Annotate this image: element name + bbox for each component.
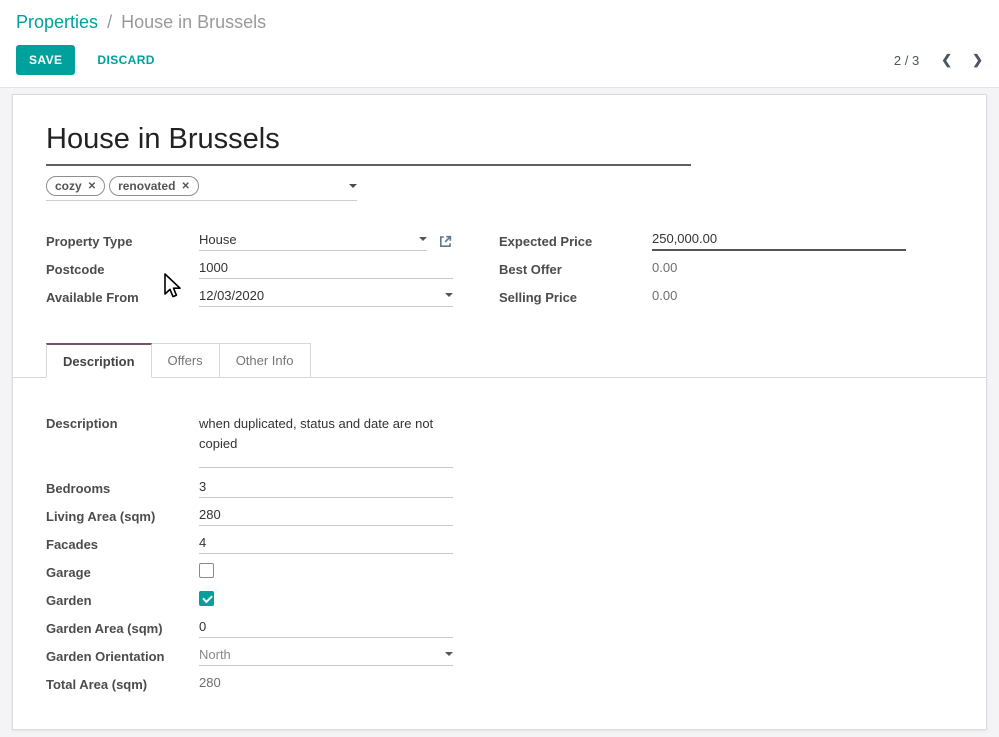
field-row-total-area: Total Area (sqm) 280 <box>46 670 453 698</box>
pager-next-icon[interactable]: ❯ <box>972 52 983 68</box>
field-row-available-from: Available From 12/03/2020 <box>46 283 453 311</box>
garage-widget <box>199 562 453 582</box>
breadcrumb: Properties / House in Brussels <box>16 11 983 33</box>
breadcrumb-parent-link[interactable]: Properties <box>16 12 98 32</box>
pager-value: 2 / 3 <box>894 53 919 68</box>
garden-area-input[interactable]: 0 <box>199 618 453 638</box>
field-row-property-type: Property Type House <box>46 227 453 255</box>
field-row-garden-area: Garden Area (sqm) 0 <box>46 614 453 642</box>
tab-other-info[interactable]: Other Info <box>220 343 311 378</box>
facades-value[interactable]: 4 <box>199 535 206 550</box>
available-from-datepicker[interactable]: 12/03/2020 <box>199 287 453 307</box>
field-row-selling-price: Selling Price 0.00 <box>499 283 906 311</box>
living-area-value[interactable]: 280 <box>199 507 221 522</box>
breadcrumb-current: House in Brussels <box>121 12 266 32</box>
pager-previous-icon[interactable]: ❮ <box>941 52 952 68</box>
field-column-right: Expected Price 250,000.00 Best Offer 0.0… <box>499 227 906 311</box>
available-from-value[interactable]: 12/03/2020 <box>199 288 264 303</box>
total-area-readonly: 280 <box>199 674 453 694</box>
field-label: Living Area (sqm) <box>46 509 199 524</box>
form-sheet: House in Brussels cozy ✕ renovated ✕ Pro… <box>12 94 987 730</box>
tag-label: renovated <box>118 179 175 193</box>
field-label: Garden <box>46 593 199 608</box>
expected-price-input[interactable]: 250,000.00 <box>652 231 906 251</box>
description-fields: Description when duplicated, status and … <box>46 414 453 698</box>
field-label: Description <box>46 414 199 431</box>
field-row-description: Description when duplicated, status and … <box>46 414 453 468</box>
tag-cozy: cozy ✕ <box>46 176 105 196</box>
bedrooms-value[interactable]: 3 <box>199 479 206 494</box>
field-label: Bedrooms <box>46 481 199 496</box>
description-textarea[interactable]: when duplicated, status and date are not… <box>199 414 453 468</box>
field-row-facades: Facades 4 <box>46 530 453 558</box>
tag-label: cozy <box>55 179 82 193</box>
field-label: Garden Orientation <box>46 649 199 664</box>
chevron-down-icon[interactable] <box>445 652 453 656</box>
selling-price-value: 0.00 <box>652 288 677 303</box>
external-link-icon[interactable] <box>438 234 453 249</box>
field-grid: Property Type House <box>46 227 953 311</box>
field-label: Selling Price <box>499 290 652 305</box>
tags-input[interactable]: cozy ✕ renovated ✕ <box>46 176 357 201</box>
garage-checkbox[interactable] <box>199 563 214 578</box>
record-title-text[interactable]: House in Brussels <box>46 123 280 155</box>
field-row-garage: Garage <box>46 558 453 586</box>
tag-remove-icon[interactable]: ✕ <box>88 181 96 192</box>
field-label: Total Area (sqm) <box>46 677 199 692</box>
bedrooms-input[interactable]: 3 <box>199 478 453 498</box>
tab-description[interactable]: Description <box>46 343 152 378</box>
control-panel: Properties / House in Brussels SAVE DISC… <box>0 0 999 88</box>
living-area-input[interactable]: 280 <box>199 506 453 526</box>
form-view: House in Brussels cozy ✕ renovated ✕ Pro… <box>0 88 999 737</box>
tag-renovated: renovated ✕ <box>109 176 199 196</box>
garden-orientation-select[interactable]: North <box>199 646 453 666</box>
expected-price-value[interactable]: 250,000.00 <box>652 231 717 246</box>
field-label: Facades <box>46 537 199 552</box>
field-label: Garden Area (sqm) <box>46 621 199 636</box>
tab-offers[interactable]: Offers <box>152 343 220 378</box>
field-label: Available From <box>46 290 199 305</box>
postcode-input[interactable]: 1000 <box>199 259 453 279</box>
save-button[interactable]: SAVE <box>16 45 75 75</box>
garden-area-value[interactable]: 0 <box>199 619 206 634</box>
field-row-bedrooms: Bedrooms 3 <box>46 474 453 502</box>
chevron-down-icon[interactable] <box>419 237 427 241</box>
field-row-expected-price: Expected Price 250,000.00 <box>499 227 906 255</box>
facades-input[interactable]: 4 <box>199 534 453 554</box>
best-offer-readonly: 0.00 <box>652 259 906 279</box>
field-label: Expected Price <box>499 234 652 249</box>
chevron-down-icon[interactable] <box>445 293 453 297</box>
total-area-value: 280 <box>199 675 221 690</box>
tags-dropdown-caret-icon[interactable] <box>349 184 357 188</box>
field-row-living-area: Living Area (sqm) 280 <box>46 502 453 530</box>
field-column-left: Property Type House <box>46 227 453 311</box>
field-row-garden: Garden <box>46 586 453 614</box>
tag-remove-icon[interactable]: ✕ <box>181 181 189 192</box>
field-label: Garage <box>46 565 199 580</box>
selling-price-readonly: 0.00 <box>652 287 906 307</box>
field-label: Postcode <box>46 262 199 277</box>
discard-button[interactable]: DISCARD <box>84 45 167 75</box>
garden-checkbox[interactable] <box>199 591 214 606</box>
record-title-input[interactable]: House in Brussels <box>46 123 691 166</box>
description-tab-page: Description when duplicated, status and … <box>46 378 953 698</box>
field-label: Best Offer <box>499 262 652 277</box>
postcode-value[interactable]: 1000 <box>199 260 228 275</box>
breadcrumb-separator: / <box>107 12 112 32</box>
notebook-tabs: Description Offers Other Info <box>13 343 986 378</box>
best-offer-value: 0.00 <box>652 260 677 275</box>
control-panel-buttons: SAVE DISCARD 2 / 3 ❮ ❯ <box>16 45 983 75</box>
field-row-best-offer: Best Offer 0.00 <box>499 255 906 283</box>
garden-widget <box>199 590 453 610</box>
property-type-dropdown[interactable]: House <box>199 231 427 251</box>
field-label: Property Type <box>46 234 199 249</box>
field-row-postcode: Postcode 1000 <box>46 255 453 283</box>
field-row-garden-orientation: Garden Orientation North <box>46 642 453 670</box>
garden-orientation-value[interactable]: North <box>199 647 231 662</box>
pager: 2 / 3 ❮ ❯ <box>894 52 983 68</box>
property-type-value[interactable]: House <box>199 232 237 247</box>
